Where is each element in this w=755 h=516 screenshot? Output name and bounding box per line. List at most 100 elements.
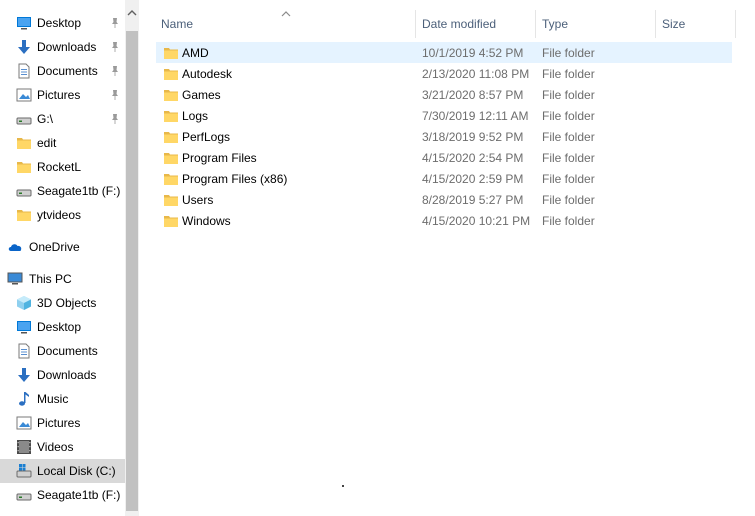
file-name: Program Files xyxy=(182,151,257,165)
downloads-icon xyxy=(18,40,30,54)
file-row-perflogs[interactable]: PerfLogs 3/18/2019 9:52 PM File folder xyxy=(156,126,732,147)
nav-label: This PC xyxy=(29,272,72,286)
column-header-label: Type xyxy=(542,17,569,31)
file-type: File folder xyxy=(542,130,595,144)
nav-item-g-drive[interactable]: G:\ xyxy=(0,107,125,131)
column-header-date-modified[interactable]: Date modified xyxy=(422,10,532,38)
nav-label: Desktop xyxy=(37,320,82,334)
drive-icon xyxy=(16,117,32,125)
folder-icon xyxy=(17,162,31,173)
file-row-program-files[interactable]: Program Files 4/15/2020 2:54 PM File fol… xyxy=(156,147,732,168)
nav-item-videos[interactable]: Videos xyxy=(0,435,125,459)
file-type: File folder xyxy=(542,88,595,102)
nav-label: Pictures xyxy=(37,88,81,102)
file-name: Games xyxy=(182,88,221,102)
file-row-logs[interactable]: Logs 7/30/2019 12:11 AM File folder xyxy=(156,105,732,126)
nav-label: Pictures xyxy=(37,416,81,430)
nav-label: Music xyxy=(37,392,69,406)
file-row-windows[interactable]: Windows 4/15/2020 10:21 PM File folder xyxy=(156,210,732,231)
nav-item-documents-pinned[interactable]: Documents xyxy=(0,59,125,83)
nav-label: RocketL xyxy=(37,160,82,174)
file-row-program-files-x86[interactable]: Program Files (x86) 4/15/2020 2:59 PM Fi… xyxy=(156,168,732,189)
nav-label: Local Disk (C:) xyxy=(37,464,116,478)
file-name: Logs xyxy=(182,109,209,123)
nav-label: Desktop xyxy=(37,16,82,30)
folder-icon xyxy=(164,195,178,206)
column-divider[interactable] xyxy=(655,10,656,38)
file-type: File folder xyxy=(542,151,595,165)
file-type: File folder xyxy=(542,214,595,228)
file-type: File folder xyxy=(542,67,595,81)
file-date: 3/21/2020 8:57 PM xyxy=(422,88,524,102)
drive-icon xyxy=(16,493,32,501)
this-pc-icon xyxy=(7,272,23,285)
folder-icon xyxy=(164,153,178,164)
nav-item-this-pc[interactable]: This PC xyxy=(0,267,125,291)
file-type: File folder xyxy=(542,46,595,60)
pin-icon xyxy=(112,42,118,52)
column-header-label: Date modified xyxy=(422,17,497,31)
nav-item-edit[interactable]: edit xyxy=(0,131,125,155)
nav-item-pictures-pinned[interactable]: Pictures xyxy=(0,83,125,107)
folder-icon xyxy=(17,210,31,221)
file-name: Users xyxy=(182,193,214,207)
column-header-type[interactable]: Type xyxy=(542,10,652,38)
nav-label: Documents xyxy=(37,64,98,78)
folder-icon xyxy=(164,111,178,122)
column-divider[interactable] xyxy=(535,10,536,38)
column-divider[interactable] xyxy=(735,10,736,38)
file-row-autodesk[interactable]: Autodesk 2/13/2020 11:08 PM File folder xyxy=(156,63,732,84)
nav-item-local-disk-c[interactable]: Local Disk (C:) xyxy=(0,459,125,483)
nav-item-seagate-quick[interactable]: Seagate1tb (F:) xyxy=(0,179,125,203)
nav-label: Documents xyxy=(37,344,98,358)
drive-icon xyxy=(16,189,32,197)
nav-label: G:\ xyxy=(37,112,54,126)
column-header-size[interactable]: Size xyxy=(662,10,732,38)
file-row-amd[interactable]: AMD 10/1/2019 4:52 PM File folder xyxy=(156,42,732,63)
desktop-icon xyxy=(17,321,31,334)
onedrive-icon xyxy=(8,244,22,251)
scroll-up-arrow-icon[interactable] xyxy=(127,8,137,18)
file-row-users[interactable]: Users 8/28/2019 5:27 PM File folder xyxy=(156,189,732,210)
downloads-icon xyxy=(18,368,30,382)
column-header-label: Name xyxy=(161,17,194,31)
nav-item-rocketl[interactable]: RocketL xyxy=(0,155,125,179)
nav-item-seagate-f[interactable]: Seagate1tb (F:) xyxy=(0,483,125,507)
file-date: 4/15/2020 2:54 PM xyxy=(422,151,524,165)
sidebar-scroll-thumb[interactable] xyxy=(126,31,138,511)
nav-label: Seagate1tb (F:) xyxy=(37,488,121,502)
documents-icon xyxy=(18,63,30,79)
pictures-icon xyxy=(16,88,32,102)
nav-label: Downloads xyxy=(37,368,97,382)
nav-item-music[interactable]: Music xyxy=(0,387,125,411)
file-name: Autodesk xyxy=(182,67,233,81)
pin-icon xyxy=(112,66,118,76)
nav-item-desktop-pinned[interactable]: Desktop xyxy=(0,11,125,35)
nav-label: Downloads xyxy=(37,40,97,54)
nav-item-ytvideos[interactable]: ytvideos xyxy=(0,203,125,227)
column-header-name[interactable]: Name xyxy=(161,10,414,38)
nav-item-downloads[interactable]: Downloads xyxy=(0,363,125,387)
nav-item-documents[interactable]: Documents xyxy=(0,339,125,363)
file-date: 8/28/2019 5:27 PM xyxy=(422,193,524,207)
folder-icon xyxy=(164,132,178,143)
file-date: 4/15/2020 10:21 PM xyxy=(422,214,531,228)
folder-icon xyxy=(17,138,31,149)
file-name: Windows xyxy=(182,214,231,228)
nav-item-3d-objects[interactable]: 3D Objects xyxy=(0,291,125,315)
folder-icon xyxy=(164,69,178,80)
nav-label: ytvideos xyxy=(37,208,82,222)
column-divider[interactable] xyxy=(415,10,416,38)
pin-icon xyxy=(112,114,118,124)
nav-item-desktop[interactable]: Desktop xyxy=(0,315,125,339)
navigation-pane: Desktop Downloads Documents Pictures G:\… xyxy=(0,0,125,516)
pin-icon xyxy=(112,18,118,28)
nav-item-onedrive[interactable]: OneDrive xyxy=(0,235,125,259)
folder-icon xyxy=(164,216,178,227)
nav-label: 3D Objects xyxy=(37,296,97,310)
nav-item-pictures[interactable]: Pictures xyxy=(0,411,125,435)
music-icon xyxy=(19,392,29,406)
pin-icon xyxy=(112,90,118,100)
nav-item-downloads-pinned[interactable]: Downloads xyxy=(0,35,125,59)
file-row-games[interactable]: Games 3/21/2020 8:57 PM File folder xyxy=(156,84,732,105)
